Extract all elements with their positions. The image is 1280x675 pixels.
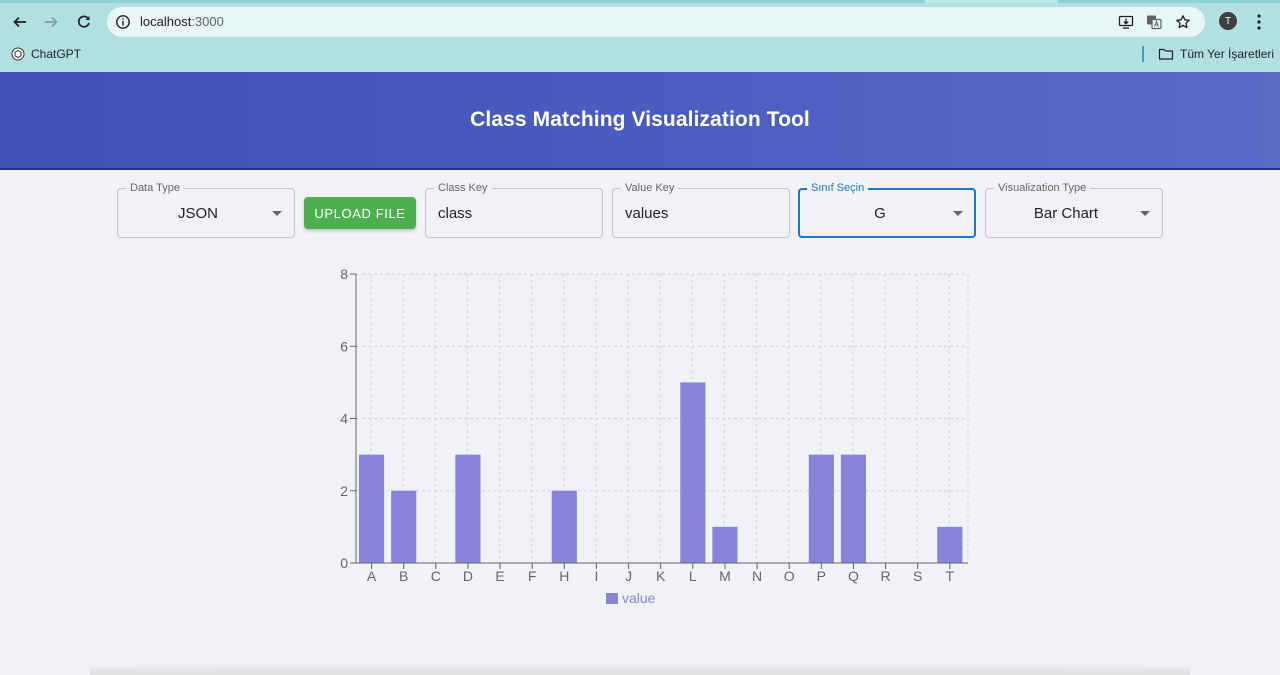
arrow-right-icon: [45, 16, 58, 28]
reload-button[interactable]: [72, 10, 96, 34]
address-bar[interactable]: localhost:3000: [107, 7, 1205, 37]
x-tick-label: E: [495, 568, 504, 584]
x-tick-label: I: [594, 568, 598, 584]
bar: [359, 454, 385, 563]
class-select-label: Sınıf Seçin: [807, 181, 869, 195]
x-tick-label: P: [817, 568, 826, 584]
y-tick-label: 0: [340, 555, 348, 571]
data-type-select[interactable]: Data Type JSON: [117, 181, 295, 238]
y-tick-label: 6: [340, 338, 348, 354]
visualization-type-value: Bar Chart: [1033, 205, 1099, 222]
bar: [391, 490, 417, 563]
x-tick-label: O: [784, 568, 795, 584]
bar: [551, 490, 577, 563]
bookmark-label: ChatGPT: [31, 47, 82, 61]
data-type-value: JSON: [177, 205, 218, 222]
x-tick-label: D: [463, 568, 473, 584]
data-type-label: Data Type: [126, 181, 184, 195]
x-tick-label: K: [656, 568, 666, 584]
translate-icon[interactable]: [1145, 13, 1163, 31]
url-text[interactable]: localhost:3000: [140, 14, 224, 29]
x-tick-label: N: [752, 568, 762, 584]
x-tick-label: F: [528, 568, 537, 584]
card-shadow: [90, 662, 1190, 675]
bar: [712, 526, 738, 563]
back-button[interactable]: [8, 10, 32, 34]
y-tick-label: 8: [340, 266, 348, 282]
y-tick-label: 4: [340, 411, 348, 427]
bar-chart: 0 2 4 6 8 A B C D E F H I J K L M N O P Q R S Tvalue: [340, 266, 969, 606]
chatgpt-icon: [11, 47, 25, 61]
class-select[interactable]: Sınıf Seçin G: [798, 181, 976, 238]
value-key-value: values: [625, 205, 669, 222]
chevron-down-icon: [953, 211, 963, 216]
bookmark-all-bookmarks[interactable]: Tüm Yer İşaretleri: [1158, 45, 1274, 63]
x-tick-label: J: [625, 568, 632, 584]
visualization-type-select[interactable]: Visualization Type Bar Chart: [985, 181, 1163, 238]
forward-button[interactable]: [39, 10, 63, 34]
value-key-field[interactable]: Value Key values: [612, 181, 790, 238]
x-tick-label: Q: [848, 568, 859, 584]
folder-icon: [1158, 48, 1174, 60]
x-tick-label: C: [431, 568, 441, 584]
reload-icon: [77, 15, 90, 28]
x-tick-label: L: [689, 568, 697, 584]
bar: [455, 454, 481, 563]
bar: [808, 454, 834, 563]
bookmark-label: Tüm Yer İşaretleri: [1180, 47, 1275, 61]
upload-file-button[interactable]: UPLOAD FILE: [304, 197, 416, 229]
class-key-label: Class Key: [434, 181, 492, 195]
x-tick-label: M: [719, 568, 731, 584]
class-key-value: class: [438, 205, 473, 222]
browser-menu-icon[interactable]: [1252, 12, 1266, 32]
visualization-type-label: Visualization Type: [994, 181, 1091, 195]
x-tick-label: S: [913, 568, 922, 584]
class-key-field[interactable]: Class Key class: [425, 181, 603, 238]
legend-swatch: [606, 593, 618, 604]
value-key-label: Value Key: [621, 181, 679, 195]
page-title: Class Matching Visualization Tool: [470, 108, 810, 131]
class-select-value: G: [874, 205, 886, 222]
app-header: Class Matching Visualization Tool: [0, 72, 1280, 170]
install-app-icon[interactable]: [1117, 13, 1135, 31]
bookmark-star-icon[interactable]: [1174, 13, 1192, 31]
chevron-down-icon: [1140, 211, 1150, 216]
chevron-down-icon: [272, 211, 282, 216]
url-host: localhost: [140, 14, 192, 29]
x-tick-label: A: [367, 568, 377, 584]
x-tick-label: H: [559, 568, 569, 584]
x-tick-label: B: [399, 568, 408, 584]
x-tick-label: T: [946, 568, 955, 584]
bookmark-chatgpt[interactable]: ChatGPT: [11, 45, 81, 63]
browser-chrome: localhost:3000 T ChatGPT Tüm Yer İşaretl…: [0, 0, 1280, 72]
tab-strip: [0, 0, 1280, 3]
site-info-icon[interactable]: [115, 14, 131, 30]
arrow-left-icon: [13, 16, 26, 28]
bookmark-divider: [1142, 46, 1144, 62]
url-port: :3000: [191, 14, 224, 29]
y-tick-label: 2: [340, 483, 348, 499]
x-tick-label: R: [881, 568, 891, 584]
bar: [937, 526, 963, 563]
bar: [680, 382, 706, 563]
bar: [840, 454, 867, 563]
profile-avatar[interactable]: T: [1219, 12, 1237, 30]
legend-label: value: [622, 590, 656, 606]
